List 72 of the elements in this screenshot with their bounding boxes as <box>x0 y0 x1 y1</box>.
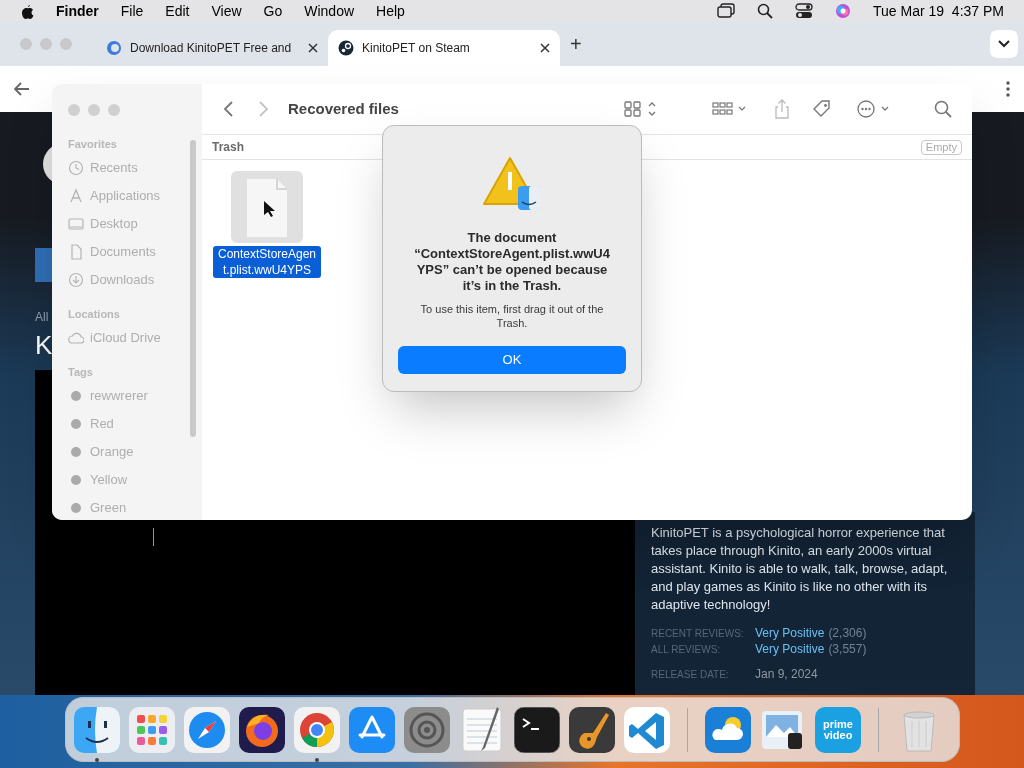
release-label: RELEASE DATE: <box>651 668 730 682</box>
folder-label: Trash <box>212 139 244 156</box>
windows-icon[interactable] <box>717 3 735 19</box>
dialog-title: The document “ContextStoreAgent.plist.wwU4YPS” can’t be opened because it’s in the Trash. <box>413 230 611 294</box>
grid-view-icon[interactable] <box>624 100 658 118</box>
dialog-message: To use this item, first drag it out of the Trash. <box>419 302 605 330</box>
tag-dot-icon <box>68 500 84 516</box>
menu-item[interactable]: Window <box>304 0 355 22</box>
scrollbar[interactable] <box>190 140 196 437</box>
tag-dot-icon <box>68 472 84 488</box>
site-logo-icon <box>106 40 122 56</box>
guitar-icon[interactable] <box>569 706 615 753</box>
control-center-icon[interactable] <box>795 3 813 19</box>
file-name[interactable]: ContextStoreAgent.plist.wwU4YPS <box>213 246 321 278</box>
game-title: K <box>35 329 53 362</box>
sidebar-heading: Favorites <box>68 137 118 152</box>
menu-item[interactable]: File <box>120 0 144 22</box>
video-app-icon[interactable]: prime video <box>815 706 861 753</box>
tab-title: KinitoPET on Steam <box>362 40 471 57</box>
browser-tab[interactable]: Download KinitoPET Free and <box>96 30 328 66</box>
menu-item[interactable]: Edit <box>165 0 190 22</box>
ok-button[interactable]: OK <box>398 346 626 374</box>
tag-dot-icon <box>68 416 84 432</box>
review-count: (2,306) <box>828 625 867 642</box>
siri-icon[interactable] <box>835 3 851 19</box>
desktop-icon <box>68 216 84 232</box>
release-date: Jan 9, 2024 <box>755 666 818 683</box>
compass-icon[interactable] <box>184 706 230 753</box>
breadcrumb-link[interactable]: All <box>35 308 49 326</box>
close-icon[interactable] <box>540 43 550 53</box>
new-tab-button[interactable]: + <box>570 29 582 59</box>
clock[interactable]: Tue Mar 19 4:37 PM <box>873 0 1004 22</box>
review-count: (3,557) <box>828 641 867 658</box>
browser-tab[interactable]: KinitoPET on Steam <box>328 30 560 66</box>
close-icon[interactable] <box>308 43 318 53</box>
review-label: ALL REVIEWS: <box>651 643 722 657</box>
store-button[interactable] <box>35 248 55 282</box>
finder-icon[interactable] <box>74 706 120 753</box>
cloud-icon <box>68 330 84 346</box>
tag-icon[interactable] <box>812 99 832 119</box>
document-icon <box>68 244 84 260</box>
clock-icon <box>68 160 84 176</box>
window-title: Recovered files <box>288 98 399 119</box>
weather-icon[interactable] <box>705 706 751 753</box>
tag-dot-icon <box>68 388 84 404</box>
tab-title: Download KinitoPET Free and <box>130 40 293 57</box>
game-description: KinitoPET is a psychological horror experience that takes place through Kinito, an early 2000s virtual assistant. Kinito is able to walk, talk, browse, adapt, and play games as Kinito is like no other with its adaptive technology! <box>651 524 949 614</box>
review-rating[interactable]: Very Positive <box>755 640 825 658</box>
app-menu[interactable]: Finder <box>56 0 99 22</box>
app-grid-icon[interactable] <box>129 706 175 753</box>
more-icon[interactable] <box>1006 81 1010 97</box>
review-rating[interactable]: Very Positive <box>755 624 825 642</box>
chrome-icon[interactable] <box>294 706 340 753</box>
sidebar-heading: Tags <box>68 365 94 380</box>
download-icon <box>68 272 84 288</box>
menu-item[interactable]: Go <box>263 0 283 22</box>
chevron-down-icon[interactable] <box>990 30 1018 58</box>
review-label: RECENT REVIEWS: <box>651 627 745 641</box>
menu-item[interactable]: View <box>211 0 242 22</box>
back-icon[interactable] <box>222 100 234 118</box>
menu-item[interactable]: Help <box>376 0 405 22</box>
back-icon[interactable] <box>14 82 30 96</box>
tag-dot-icon <box>68 444 84 460</box>
text-cursor <box>153 528 154 546</box>
app-store-icon[interactable] <box>349 706 395 753</box>
code-editor-icon[interactable] <box>624 706 670 753</box>
apple-icon[interactable] <box>20 3 34 19</box>
search-icon[interactable] <box>757 3 773 19</box>
sidebar-heading: Locations <box>68 307 121 322</box>
terminal-icon[interactable] <box>514 706 560 753</box>
apps-icon <box>68 188 84 204</box>
group-icon[interactable] <box>712 100 748 118</box>
